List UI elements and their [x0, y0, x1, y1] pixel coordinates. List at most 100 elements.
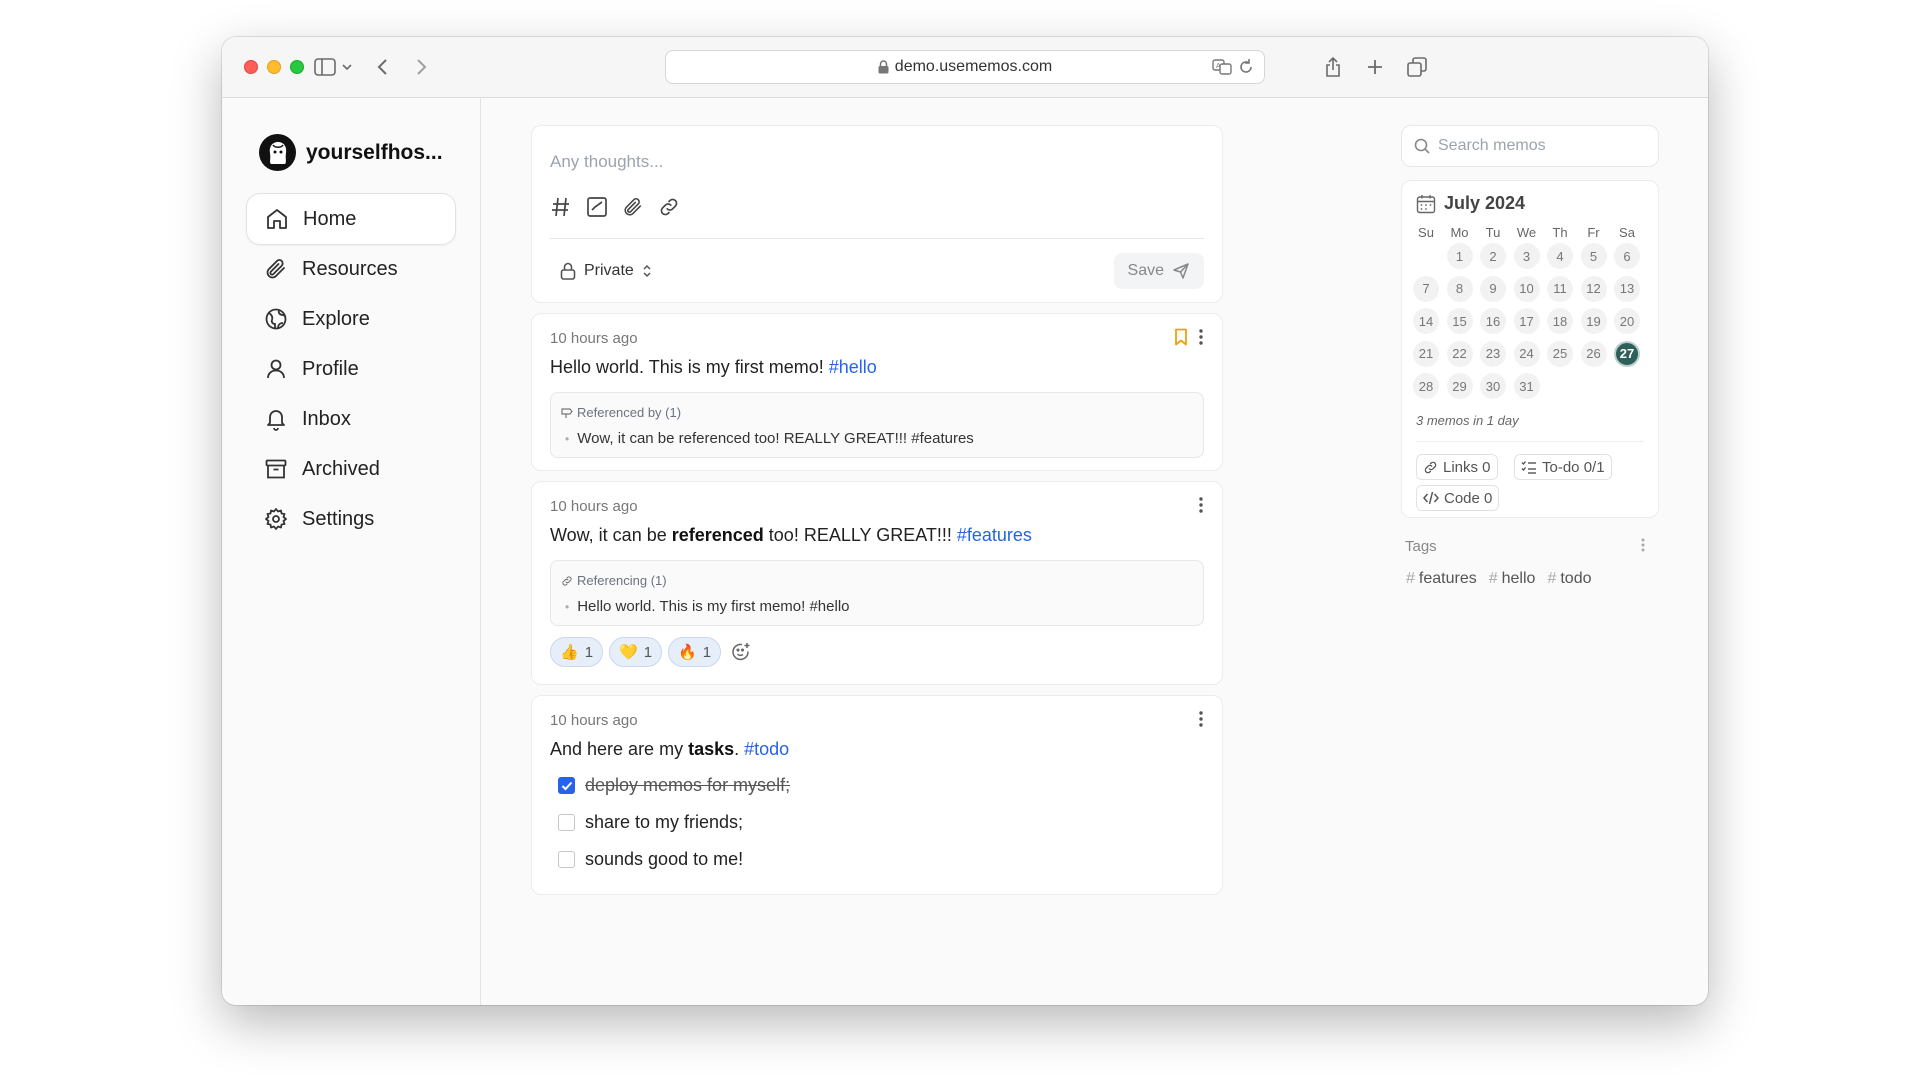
- tag-item[interactable]: # features: [1406, 570, 1477, 588]
- calendar-day[interactable]: 25: [1547, 340, 1573, 367]
- calendar-day[interactable]: 7: [1413, 275, 1439, 302]
- sidebar-toggle-icon[interactable]: [312, 53, 338, 81]
- stat-links[interactable]: Links 0: [1416, 454, 1498, 480]
- calendar-day[interactable]: 8: [1446, 275, 1473, 302]
- calendar-day[interactable]: 23: [1480, 340, 1506, 367]
- sidebar: yourselfhos... Home Resources Explore Pr…: [222, 98, 481, 1005]
- stat-label: Code 0: [1444, 489, 1493, 507]
- memo-tag[interactable]: #hello: [829, 357, 877, 377]
- reaction-thumbs-up[interactable]: 👍 1: [550, 637, 604, 667]
- save-button[interactable]: Save: [1113, 253, 1204, 289]
- calendar-day[interactable]: 26: [1580, 340, 1607, 367]
- memo-time[interactable]: 10 hours ago: [550, 498, 638, 515]
- calendar-day[interactable]: 24: [1513, 340, 1540, 367]
- address-bar[interactable]: demo.usememos.com A: [665, 50, 1265, 84]
- calendar-day[interactable]: 3: [1513, 243, 1540, 269]
- task-checkbox[interactable]: [558, 851, 575, 868]
- calendar-day[interactable]: 21: [1413, 340, 1439, 367]
- nav-item-profile[interactable]: Profile: [246, 343, 456, 395]
- visibility-select[interactable]: Private: [550, 253, 662, 289]
- more-icon[interactable]: [1198, 328, 1204, 346]
- brand[interactable]: yourselfhos...: [259, 134, 443, 171]
- task-label: deploy memos for myself;: [585, 775, 791, 795]
- more-icon[interactable]: [1640, 537, 1646, 558]
- calendar-day[interactable]: 4: [1547, 243, 1573, 269]
- back-icon[interactable]: [372, 53, 392, 81]
- calendar-day[interactable]: 13: [1614, 275, 1640, 302]
- reference-item[interactable]: • Hello world. This is my first memo! #h…: [565, 598, 850, 615]
- close-window-button[interactable]: [244, 60, 258, 74]
- maximize-window-button[interactable]: [290, 60, 304, 74]
- task-item: share to my friends;: [558, 812, 743, 833]
- calendar-day[interactable]: 29: [1446, 373, 1473, 399]
- calendar-day[interactable]: 17: [1513, 308, 1540, 334]
- stat-todo[interactable]: To-do 0/1: [1514, 454, 1612, 480]
- calendar-day[interactable]: 20: [1614, 308, 1640, 334]
- calendar-day[interactable]: 1: [1446, 243, 1473, 269]
- calendar-day[interactable]: 12: [1580, 275, 1607, 302]
- calendar-day[interactable]: 11: [1547, 275, 1573, 302]
- nav-item-resources[interactable]: Resources: [246, 243, 456, 295]
- forward-icon[interactable]: [412, 53, 432, 81]
- stat-code[interactable]: Code 0: [1416, 485, 1500, 511]
- hash-icon[interactable]: [550, 196, 572, 223]
- checkbox-icon[interactable]: [586, 196, 608, 223]
- task-label: sounds good to me!: [585, 849, 744, 869]
- memo-time[interactable]: 10 hours ago: [550, 330, 638, 347]
- task-checkbox[interactable]: [558, 814, 575, 831]
- reload-icon[interactable]: [1238, 58, 1254, 81]
- memo-tag[interactable]: #todo: [744, 739, 789, 759]
- tag-item[interactable]: # hello: [1489, 570, 1536, 588]
- calendar-day[interactable]: 16: [1480, 308, 1506, 334]
- reaction-fire[interactable]: 🔥 1: [668, 637, 722, 667]
- calendar-day[interactable]: 5: [1580, 243, 1607, 269]
- smile-plus-icon: [732, 643, 750, 661]
- minimize-window-button[interactable]: [267, 60, 281, 74]
- calendar-day[interactable]: 14: [1413, 308, 1439, 334]
- reaction-count: 1: [584, 643, 594, 661]
- bullet-icon: •: [565, 599, 570, 614]
- calendar-day[interactable]: 9: [1480, 275, 1506, 302]
- link-icon[interactable]: [658, 196, 680, 223]
- bullet-icon: •: [565, 431, 570, 446]
- calendar-day[interactable]: 6: [1614, 243, 1640, 269]
- new-tab-icon[interactable]: [1364, 53, 1386, 81]
- nav-item-home[interactable]: Home: [246, 193, 456, 245]
- calendar-day[interactable]: 31: [1513, 373, 1540, 399]
- yellow-heart-icon: 💛: [619, 644, 638, 661]
- reaction-yellow-heart[interactable]: 💛 1: [609, 637, 663, 667]
- attachment-icon[interactable]: [622, 196, 644, 223]
- calendar-day[interactable]: 10: [1513, 275, 1540, 302]
- nav-item-explore[interactable]: Explore: [246, 293, 456, 345]
- chevron-down-icon[interactable]: [340, 53, 354, 81]
- nav-item-inbox[interactable]: Inbox: [246, 393, 456, 445]
- memo-tag[interactable]: #features: [957, 525, 1032, 545]
- calendar-day[interactable]: 28: [1413, 373, 1439, 399]
- add-reaction-button[interactable]: [727, 638, 755, 666]
- chevron-up-down-icon: [643, 264, 651, 278]
- calendar-day[interactable]: 18: [1547, 308, 1573, 334]
- calendar-day[interactable]: 15: [1446, 308, 1473, 334]
- calendar-day[interactable]: 19: [1580, 308, 1607, 334]
- share-icon[interactable]: [1322, 53, 1344, 81]
- calendar-day[interactable]: 30: [1480, 373, 1506, 399]
- translate-icon[interactable]: A: [1212, 58, 1232, 81]
- reference-item[interactable]: • Wow, it can be referenced too! REALLY …: [565, 430, 974, 447]
- memo-time[interactable]: 10 hours ago: [550, 712, 638, 729]
- tab-overview-icon[interactable]: [1406, 53, 1428, 81]
- calendar-day[interactable]: 22: [1446, 340, 1473, 367]
- tags-list: # features # hello # todo: [1406, 570, 1591, 588]
- tag-item[interactable]: # todo: [1547, 570, 1591, 588]
- editor-input[interactable]: Any thoughts...: [550, 152, 663, 172]
- task-checkbox[interactable]: [558, 777, 575, 794]
- calendar-card: July 2024 Su Mo Tu We Th Fr Sa 1 2 3 4 5 6 7 8 9 10 11 12 1…: [1401, 180, 1659, 518]
- calendar-day[interactable]: 2: [1480, 243, 1506, 269]
- more-icon[interactable]: [1198, 496, 1204, 514]
- bookmark-icon[interactable]: [1174, 328, 1188, 346]
- calendar-day-today[interactable]: 27: [1614, 340, 1640, 367]
- nav-item-settings[interactable]: Settings: [246, 493, 456, 545]
- more-icon[interactable]: [1198, 710, 1204, 728]
- nav-item-archived[interactable]: Archived: [246, 443, 456, 495]
- memo-card: 10 hours ago Wow, it can be referenced t…: [531, 481, 1223, 685]
- search-input[interactable]: Search memos: [1401, 125, 1659, 167]
